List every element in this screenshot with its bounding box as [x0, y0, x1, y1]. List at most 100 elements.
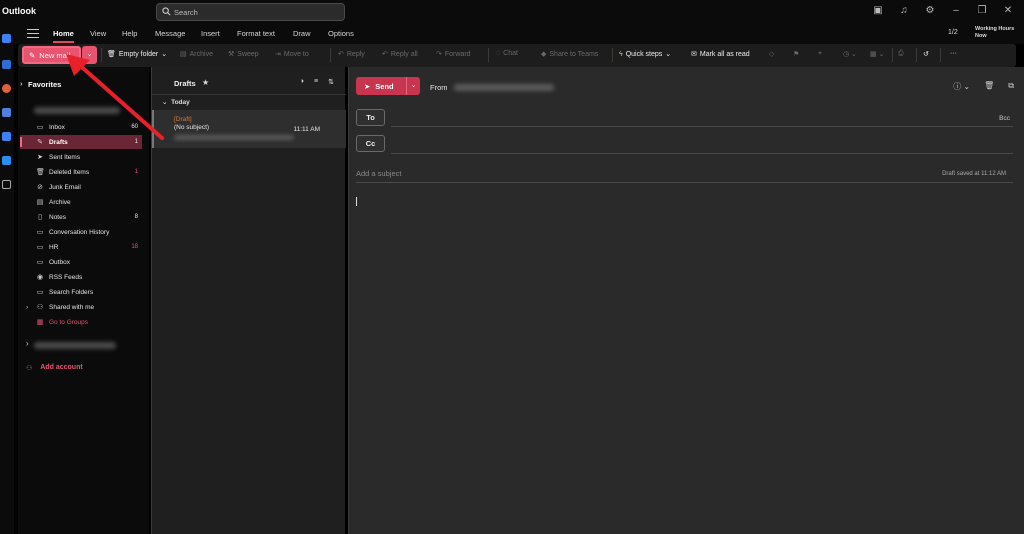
apps-icon[interactable]	[2, 180, 11, 189]
folder-label: Deleted Items	[49, 168, 90, 176]
empty-folder-button[interactable]: 🗑 Empty folder ⌄	[107, 50, 168, 59]
body-caret[interactable]	[356, 197, 357, 206]
folder-drafts[interactable]: ✎ Drafts 1	[20, 135, 142, 149]
tab-options[interactable]: Options	[328, 29, 354, 38]
mark-all-read-label: Mark all as read	[699, 50, 750, 58]
tab-view[interactable]: View	[90, 29, 106, 38]
move-to-button[interactable]: ⇥ Move to	[275, 50, 309, 59]
add-account-label: Add account	[40, 364, 83, 371]
clock-icon[interactable]: ◷ ⌄	[843, 50, 857, 58]
pin-icon[interactable]: ⌖	[818, 50, 822, 58]
cc-field[interactable]	[391, 153, 1013, 154]
send-button[interactable]: ➤ Send	[356, 77, 410, 95]
tab-message[interactable]: Message	[155, 29, 185, 38]
bell-icon[interactable]: ♫	[898, 5, 910, 17]
note-icon: ▯	[38, 214, 42, 221]
close-icon[interactable]: ✕	[1002, 5, 1014, 17]
folder-rss-feeds[interactable]: ◉ RSS Feeds	[20, 270, 142, 284]
reply-all-button[interactable]: ↶ Reply all	[382, 50, 418, 59]
refresh-icon[interactable]: ◑	[300, 78, 304, 86]
tag-icon[interactable]: ◇	[769, 50, 774, 58]
from-label[interactable]: From	[430, 83, 448, 92]
list-item[interactable]: [Draft] (No subject) 11:11 AM	[152, 110, 346, 148]
sensitivity-icon[interactable]: ⓘ ⌄	[953, 81, 970, 92]
archive-button[interactable]: ▤ Archive	[180, 50, 213, 59]
folder-hr[interactable]: ▭ HR 18	[20, 240, 142, 254]
meet-now-icon[interactable]: ▣	[872, 5, 884, 17]
working-hours[interactable]: Working Hours Now	[975, 26, 1014, 40]
subject-input[interactable]: Add a subject	[356, 169, 401, 178]
new-mail-button[interactable]: ✎ New mail	[22, 46, 81, 64]
send-dropdown[interactable]: ⌄	[406, 77, 420, 95]
search-folder-icon: ▭	[36, 289, 44, 296]
folder-search-folders[interactable]: ▭ Search Folders	[20, 285, 142, 299]
folder-outbox[interactable]: ▭ Outbox	[20, 255, 142, 269]
folder-deleted-items[interactable]: 🗑 Deleted Items 1	[20, 165, 142, 179]
folder-conversation-history[interactable]: ▭ Conversation History	[20, 225, 142, 239]
folder-archive[interactable]: ▤ Archive	[20, 195, 142, 209]
folder-notes[interactable]: ▯ Notes 8	[20, 210, 142, 224]
sort-icon[interactable]: ⇅	[328, 78, 334, 86]
pager[interactable]: 1/2	[948, 29, 958, 36]
undo-icon[interactable]: ↺	[923, 50, 929, 58]
tab-format-text[interactable]: Format text	[237, 29, 275, 38]
mail-icon[interactable]	[2, 34, 11, 43]
sweep-button[interactable]: ⚒ Sweep	[228, 50, 259, 59]
trash-icon: 🗑	[36, 169, 45, 176]
todo-icon[interactable]	[2, 132, 11, 141]
filter-icon[interactable]: ≡	[314, 78, 318, 86]
divider	[488, 48, 489, 62]
onedrive-icon[interactable]	[2, 156, 11, 165]
subject-underline	[356, 182, 1013, 183]
mark-all-read-button[interactable]: ✉ Mark all as read	[691, 50, 750, 59]
favorites-header[interactable]: Favorites	[20, 79, 61, 89]
chat-button[interactable]: ◌ Chat	[496, 50, 518, 57]
chevron-down-icon: ⌄	[162, 99, 168, 106]
tab-draw[interactable]: Draw	[293, 29, 311, 38]
bcc-link[interactable]: Bcc	[999, 115, 1010, 122]
account-name-redacted[interactable]	[34, 107, 120, 114]
star-icon[interactable]: ★	[202, 78, 209, 87]
restore-icon[interactable]: ❐	[976, 5, 988, 17]
search-box[interactable]: Search	[156, 3, 345, 21]
share-to-teams-button[interactable]: ◆ Share to Teams	[541, 50, 598, 59]
chevron-right-icon[interactable]: ›	[26, 339, 29, 348]
people-icon[interactable]	[2, 108, 11, 117]
minimize-icon[interactable]: –	[950, 5, 962, 17]
menu-icon[interactable]	[27, 29, 39, 38]
search-icon	[162, 7, 171, 16]
archive-icon: ▤	[180, 51, 187, 58]
to-button[interactable]: To	[356, 109, 385, 126]
flag-icon[interactable]: ⚑	[793, 50, 799, 58]
folder-sent-items[interactable]: ➤ Sent Items	[20, 150, 142, 164]
copilot-icon[interactable]	[2, 84, 11, 93]
forward-button[interactable]: ↷ Forward	[436, 50, 471, 59]
rules-icon[interactable]: ▦ ⌄	[870, 50, 884, 58]
second-account-redacted[interactable]	[34, 342, 116, 349]
to-field[interactable]	[391, 126, 1013, 127]
quick-steps-button[interactable]: ϟ Quick steps ⌄	[619, 50, 671, 59]
discard-icon[interactable]: 🗑	[984, 81, 994, 92]
go-to-groups-link[interactable]: ▦ Go to Groups	[20, 315, 142, 329]
tab-insert[interactable]: Insert	[201, 29, 220, 38]
envelope-open-icon: ✉	[691, 51, 697, 58]
gear-icon[interactable]: ⚙	[924, 5, 936, 17]
archive-icon: ▤	[36, 199, 44, 206]
folder-shared-with-me[interactable]: › ⚇ Shared with me	[20, 300, 142, 314]
chevron-down-icon: ⌄	[161, 51, 168, 58]
ribbon-tabs: Home View Help Message Insert Format tex…	[0, 24, 1024, 98]
cc-button[interactable]: Cc	[356, 135, 385, 152]
more-options-button[interactable]: ···	[950, 50, 957, 57]
tab-help[interactable]: Help	[122, 29, 137, 38]
popout-icon[interactable]: ⧉	[1008, 81, 1014, 92]
folder-label: Go to Groups	[49, 318, 89, 326]
new-mail-dropdown[interactable]: ⌄	[82, 46, 97, 64]
reply-button[interactable]: ↶ Reply	[338, 50, 365, 59]
print-icon[interactable]: ⎙	[898, 50, 904, 58]
tab-home[interactable]: Home	[53, 29, 74, 43]
calendar-icon[interactable]	[2, 60, 11, 69]
add-account-button[interactable]: ⚇ Add account	[26, 364, 83, 372]
group-header-today[interactable]: ⌄ Today	[162, 98, 190, 106]
folder-inbox[interactable]: ▭ Inbox 60	[20, 120, 142, 134]
folder-junk-email[interactable]: ⊘ Junk Email	[20, 180, 142, 194]
